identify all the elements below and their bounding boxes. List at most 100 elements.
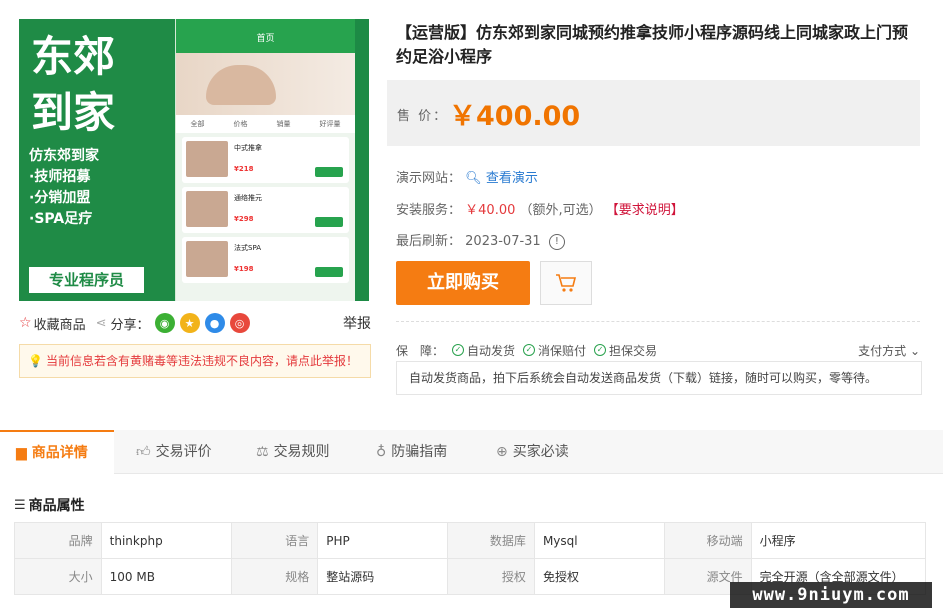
attr-value: 整站源码	[317, 558, 449, 595]
bullet: ·技师招募	[29, 169, 91, 185]
refresh-label: 最后刷新：	[396, 234, 462, 249]
check-icon: ✓	[523, 344, 536, 356]
favorite-label: 收藏商品	[33, 317, 86, 333]
share-label: 分享：	[110, 317, 150, 333]
attr-key: 品牌	[14, 522, 102, 559]
demo-label: 演示网站：	[396, 171, 462, 186]
guarantee-item: ✓ 担保交易	[594, 342, 657, 359]
guarantee-item: ✓ 消保赔付	[523, 342, 586, 359]
check-icon: ✓	[594, 344, 607, 356]
phone-tab: 好评量	[319, 120, 341, 128]
price-value: ￥400.00	[449, 101, 581, 132]
product-image-banner: 东郊 到家 仿东郊到家 ·技师招募 ·分销加盟 ·SPA足疗 专业程序员	[19, 19, 174, 301]
phone-list-item: 中式推拿 ¥218	[182, 137, 349, 183]
scale-icon: ⚖	[256, 444, 269, 460]
phone-item-name: 法式SPA	[234, 244, 262, 252]
attr-key: 移动端	[663, 522, 752, 559]
bullet: 仿东郊到家	[29, 148, 99, 164]
plus-circle-icon: ⊕	[496, 444, 508, 460]
install-price: ￥40.00	[465, 203, 516, 218]
payment-method-dropdown[interactable]: 支付方式 ⌄	[858, 342, 920, 359]
watermark: www.9niuym.com	[730, 582, 932, 608]
demo-row: 演示网站： 🔍︎ 查看演示	[396, 167, 538, 186]
bullet: ·SPA足疗	[29, 211, 93, 227]
divider	[396, 321, 920, 322]
guarantee-label: 保 障：	[396, 343, 445, 358]
attr-value: 小程序	[750, 522, 927, 559]
guarantee-item: ✓ 自动发货	[452, 342, 515, 359]
info-icon[interactable]: !	[548, 233, 565, 250]
product-image-headline: 东郊 到家	[31, 29, 115, 141]
phone-list-item: 通络推元 ¥298	[182, 187, 349, 233]
phone-item-name: 通络推元	[234, 194, 262, 202]
phone-header: 首页	[176, 19, 355, 53]
tab-trade-rules[interactable]: ⚖ 交易规则	[256, 430, 330, 474]
favorite-link[interactable]: ☆ 收藏商品	[19, 314, 86, 333]
search-icon: 🔍︎	[465, 171, 482, 186]
star-icon: ☆	[19, 315, 32, 331]
phone-item-name: 中式推拿	[234, 144, 262, 152]
bulb-icon: 💡	[28, 354, 43, 368]
add-to-cart-button[interactable]	[540, 261, 592, 305]
lightbulb-icon: ♁	[376, 444, 387, 460]
report-link[interactable]: 举报	[343, 313, 371, 333]
share-group: ⋖ 分享： ◉ ★ ● ◎	[96, 313, 250, 333]
demo-link[interactable]: 查看演示	[486, 171, 538, 186]
phone-mockup: 首页 全部 价格 销量 好评量 中式推拿 ¥218 通络推元 ¥298 法式SP…	[175, 19, 355, 301]
phone-item-price: ¥198	[234, 265, 254, 273]
check-icon: ✓	[452, 344, 465, 356]
attr-key: 大小	[14, 558, 102, 595]
share-icon: ⋖	[95, 315, 107, 331]
product-image[interactable]: 东郊 到家 仿东郊到家 ·技师招募 ·分销加盟 ·SPA足疗 专业程序员 首页 …	[19, 19, 369, 301]
phone-item-price: ¥218	[234, 165, 254, 173]
tab-reviews[interactable]: 👍︎ 交易评价	[136, 430, 212, 474]
phone-list-item: 法式SPA ¥198	[182, 237, 349, 283]
tab-anti-fraud[interactable]: ♁ 防骗指南	[376, 430, 447, 474]
table-row: 品牌 thinkphp 语言 PHP 数据库 Mysql 移动端 小程序	[14, 522, 927, 559]
wechat-icon[interactable]: ◉	[154, 313, 175, 333]
phone-item-price: ¥298	[234, 215, 254, 223]
cart-icon	[556, 274, 577, 292]
install-requirements-link[interactable]: 【要求说明】	[606, 203, 684, 218]
phone-tab: 全部	[190, 120, 205, 128]
refresh-row: 最后刷新： 2023-07-31 !	[396, 230, 565, 250]
chevron-down-icon: ⌄	[909, 343, 920, 358]
report-notice[interactable]: 💡 当前信息若含有黄赌毒等违法违规不良内容，请点此举报！	[19, 344, 371, 378]
attr-key: 规格	[230, 558, 319, 595]
attr-value: Mysql	[533, 522, 665, 559]
install-note: （额外,可选）	[519, 203, 602, 218]
phone-tabs: 全部 价格 销量 好评量	[176, 115, 355, 133]
product-image-badge: 专业程序员	[29, 267, 144, 293]
attr-value: 免授权	[533, 558, 665, 595]
product-image-bullets: 仿东郊到家 ·技师招募 ·分销加盟 ·SPA足疗	[29, 146, 99, 230]
tab-product-details[interactable]: ▆ 商品详情	[0, 430, 114, 474]
search-list-icon: ☰	[14, 497, 26, 513]
attr-key: 语言	[230, 522, 319, 559]
guarantee-row: 保 障： ✓ 自动发货 ✓ 消保赔付 ✓ 担保交易 支付方式 ⌄	[396, 342, 920, 358]
qq-icon[interactable]: ●	[204, 313, 225, 333]
headline-line-2: 到家	[31, 88, 116, 137]
install-row: 安装服务： ￥40.00 （额外,可选） 【要求说明】	[396, 199, 684, 218]
bullet: ·分销加盟	[29, 190, 91, 206]
attributes-heading: ☰ 商品属性	[14, 497, 85, 515]
install-label: 安装服务：	[396, 203, 462, 218]
refresh-date: 2023-07-31	[465, 234, 541, 249]
weibo-icon[interactable]: ◎	[229, 313, 250, 333]
guarantee-description: 自动发货商品，拍下后系统会自动发送商品发货（下载）链接，随时可以购买，零等待。	[396, 361, 922, 395]
buy-now-button[interactable]: 立即购买	[396, 261, 530, 305]
attr-value: thinkphp	[100, 522, 232, 559]
notice-text: 当前信息若含有黄赌毒等违法违规不良内容，请点此举报！	[45, 354, 358, 368]
price-label: 售 价：	[397, 109, 449, 124]
attr-key: 数据库	[447, 522, 535, 559]
image-actions: ☆ 收藏商品 ⋖ 分享： ◉ ★ ● ◎ 举报	[19, 312, 371, 334]
tab-buyer-guide[interactable]: ⊕ 买家必读	[496, 430, 569, 474]
product-title: 【运营版】仿东郊到家同城预约推拿技师小程序源码线上同城家政上门预约足浴小程序	[396, 23, 909, 66]
attr-key: 授权	[447, 558, 535, 595]
phone-tab: 销量	[276, 120, 291, 128]
price-box: 售 价： ￥400.00	[387, 80, 920, 146]
headline-line-1: 东郊	[31, 32, 116, 81]
phone-hero-image	[176, 53, 355, 115]
thumbs-up-icon: 👍︎	[136, 444, 151, 460]
qzone-icon[interactable]: ★	[179, 313, 200, 333]
document-icon: ▆	[16, 445, 27, 461]
